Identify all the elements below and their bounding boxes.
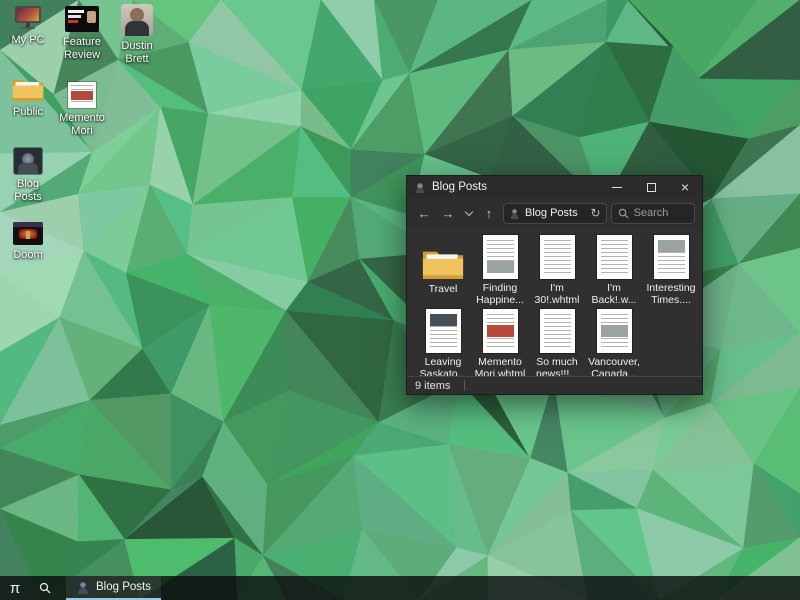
address-text: Blog Posts: [525, 207, 578, 219]
document-thumbnail-icon: [653, 235, 689, 280]
document-thumbnail-icon: [596, 235, 632, 280]
file-name: Memento Mori.whtml: [474, 356, 526, 376]
search-icon: [39, 582, 51, 594]
file-name: I'm Back!.w...: [591, 282, 637, 306]
address-bar[interactable]: Blog Posts ↻: [503, 202, 607, 224]
desktop-icon-feature-review[interactable]: Feature Review: [57, 6, 107, 61]
file-item[interactable]: Interesting Times....: [643, 234, 699, 306]
forward-icon: →: [441, 205, 455, 221]
pi-logo-icon: π: [9, 579, 21, 597]
maximize-button[interactable]: [634, 176, 668, 198]
refresh-icon[interactable]: ↻: [591, 206, 601, 220]
file-item[interactable]: Finding Happine...: [472, 234, 528, 306]
file-item[interactable]: Memento Mori.whtml: [472, 308, 528, 376]
blog-posts-icon: [509, 208, 520, 219]
start-button[interactable]: π: [0, 576, 30, 600]
taskbar-app-label: Blog Posts: [96, 581, 151, 593]
taskbar-search-button[interactable]: [30, 576, 60, 600]
blog-posts-icon: [414, 181, 426, 193]
file-name: Vancouver, Canada...: [588, 356, 640, 376]
taskbar-app-blog-posts[interactable]: Blog Posts: [66, 576, 161, 600]
file-item[interactable]: Leaving Saskato...: [415, 308, 471, 376]
file-name: Leaving Saskato...: [419, 356, 467, 376]
navigation-bar: ← → ↑ Blog Posts ↻: [407, 198, 702, 228]
close-button[interactable]: ×: [668, 176, 702, 198]
search-input[interactable]: [633, 207, 688, 219]
file-explorer-window: Blog Posts × ← → ↑ Blog Posts ↻ Search T…: [406, 175, 703, 395]
file-item[interactable]: So much news!!!...: [529, 308, 585, 376]
desktop-icon-memento-mori[interactable]: Memento Mori: [57, 82, 107, 137]
up-button[interactable]: ↑: [479, 202, 499, 224]
document-thumbnail-icon: [482, 309, 518, 354]
person-photo-icon: [121, 4, 153, 36]
desktop-icon-label: My PC: [11, 34, 45, 46]
video-thumbnail-icon: [65, 6, 99, 32]
dark-photo-icon: [14, 148, 42, 174]
desktop-icon-label: Blog Posts: [14, 178, 42, 203]
up-icon: ↑: [485, 205, 493, 221]
back-button[interactable]: ←: [414, 202, 434, 224]
document-thumbnail-icon: [539, 235, 575, 280]
document-thumbnail-icon: [539, 309, 575, 354]
desktop-icon-label: Doom: [13, 249, 43, 261]
search-bar: [610, 202, 695, 224]
status-divider: [464, 380, 466, 391]
document-thumbnail-icon: [425, 309, 461, 354]
forward-button[interactable]: →: [438, 202, 458, 224]
desktop-icon-label: Dustin Brett: [121, 40, 153, 65]
desktop-icon-doom[interactable]: Doom: [4, 222, 52, 262]
file-item[interactable]: I'm 30!.whtml: [529, 234, 585, 306]
window-title: Blog Posts: [432, 181, 487, 193]
file-item[interactable]: I'm Back!.w...: [586, 234, 642, 306]
minimize-icon: [612, 186, 622, 188]
desktop-icon-public[interactable]: Public: [2, 76, 54, 119]
search-icon: [618, 208, 629, 219]
file-name: Finding Happine...: [476, 282, 524, 306]
desktop-icon-blog-posts[interactable]: Blog Posts: [2, 148, 54, 203]
desktop: My PC Feature Review Dustin Brett Public…: [0, 0, 800, 600]
window-titlebar[interactable]: Blog Posts ×: [407, 176, 702, 198]
file-grid: Travel Finding Happine... I'm 30!.whtml …: [407, 228, 702, 376]
computer-icon: [15, 6, 41, 30]
taskbar: π Blog Posts: [0, 576, 800, 600]
desktop-icon-my-pc[interactable]: My PC: [4, 6, 52, 47]
image-thumbnail-icon: [68, 82, 96, 108]
recent-locations-button[interactable]: [462, 202, 475, 224]
desktop-icon-label: Public: [13, 106, 43, 118]
chevron-down-icon: [464, 207, 473, 216]
file-name: I'm 30!.whtml: [534, 282, 580, 306]
file-name: So much news!!!...: [535, 356, 578, 376]
file-item[interactable]: Vancouver, Canada...: [586, 308, 642, 376]
items-count: 9 items: [415, 379, 451, 392]
folder-icon: [12, 79, 44, 101]
minimize-button[interactable]: [600, 176, 634, 198]
desktop-icon-label: Memento Mori: [59, 112, 105, 137]
file-name: Interesting Times....: [646, 282, 696, 306]
close-icon: ×: [680, 179, 690, 195]
desktop-icon-label: Feature Review: [63, 36, 101, 61]
maximize-icon: [646, 182, 656, 192]
document-thumbnail-icon: [596, 309, 632, 354]
file-item-travel[interactable]: Travel: [415, 234, 471, 306]
game-thumbnail-icon: [13, 222, 43, 245]
blog-posts-icon: [76, 580, 90, 594]
document-thumbnail-icon: [482, 235, 518, 280]
folder-icon: [422, 251, 464, 280]
desktop-icon-dustin-brett[interactable]: Dustin Brett: [112, 4, 162, 65]
status-bar: 9 items: [407, 376, 702, 394]
back-icon: ←: [417, 205, 431, 221]
file-name: Travel: [428, 283, 458, 295]
